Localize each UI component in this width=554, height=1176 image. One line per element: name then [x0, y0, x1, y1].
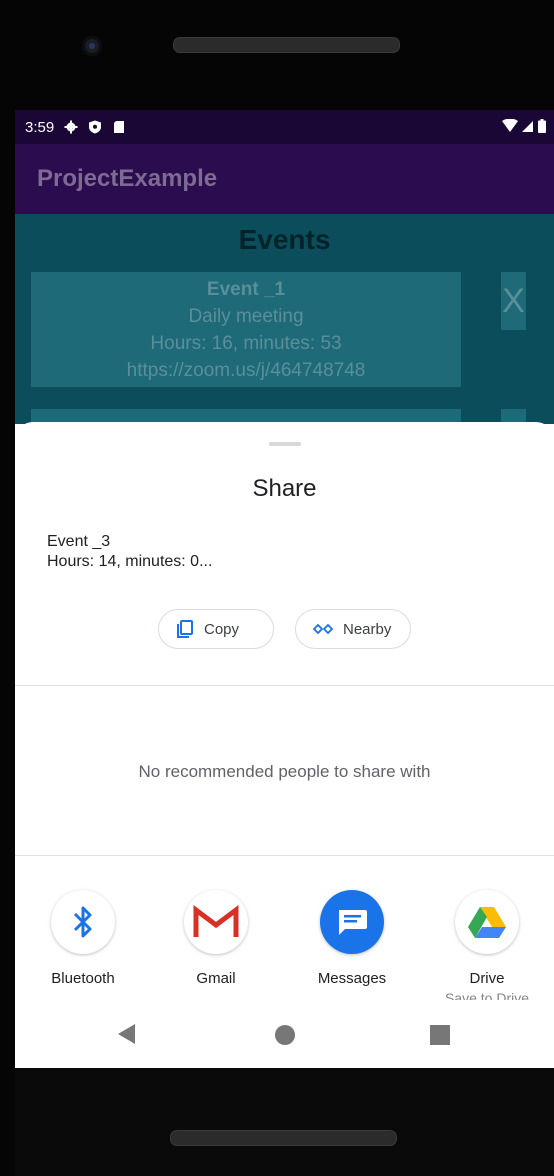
share-target-bluetooth[interactable]: Bluetooth	[33, 890, 133, 987]
battery-icon	[538, 119, 546, 133]
app-label: Bluetooth	[51, 970, 115, 987]
sd-card-icon	[114, 121, 125, 133]
status-time: 3:59	[25, 118, 55, 136]
preview-line: Hours: 14, minutes: 0...	[47, 553, 213, 570]
settings-icon	[64, 120, 78, 134]
share-preview: Event _3 Hours: 14, minutes: 0...	[47, 532, 212, 572]
nearby-icon	[313, 623, 333, 635]
navigation-bar	[15, 1008, 554, 1068]
copy-label: Copy	[204, 620, 240, 638]
event-card[interactable]: Event _1 Daily meeting Hours: 16, minute…	[31, 272, 461, 387]
share-target-gmail[interactable]: Gmail	[166, 890, 266, 987]
status-bar: 3:59	[15, 110, 554, 144]
gmail-icon	[184, 890, 248, 954]
earpiece-speaker	[173, 37, 400, 53]
app-bar: ProjectExample	[15, 144, 554, 214]
nearby-label: Nearby	[343, 620, 392, 638]
delete-event-button[interactable]: X	[501, 272, 526, 330]
app-label: Drive	[469, 970, 505, 987]
app-label: Gmail	[196, 970, 236, 987]
screen: 3:59 ProjectExample Events Event _1 Dail…	[15, 110, 554, 1068]
front-camera	[82, 36, 102, 56]
events-heading: Events	[238, 224, 331, 255]
bottom-bezel	[15, 1068, 554, 1176]
copy-icon	[177, 620, 193, 638]
recents-icon[interactable]	[430, 1025, 450, 1045]
app-title: ProjectExample	[37, 165, 218, 192]
events-content: Events Event _1 Daily meeting Hours: 16,…	[15, 214, 554, 439]
no-people-message: No recommended people to share with	[138, 762, 431, 781]
messages-icon	[320, 890, 384, 954]
back-icon[interactable]	[117, 1023, 137, 1045]
status-indicators	[502, 119, 546, 133]
wifi-icon	[502, 119, 518, 132]
nearby-button[interactable]: Nearby	[295, 609, 411, 649]
share-target-messages[interactable]: Messages	[302, 890, 402, 987]
event-description: Daily meeting	[188, 306, 304, 327]
bluetooth-icon	[51, 890, 115, 954]
home-icon[interactable]	[275, 1025, 295, 1045]
copy-button[interactable]: Copy	[158, 609, 274, 649]
share-title: Share	[252, 475, 317, 502]
phone-frame: 3:59 ProjectExample Events Event _1 Dail…	[0, 0, 554, 1176]
preview-line: Event _3	[47, 533, 111, 550]
bottom-speaker	[170, 1130, 397, 1146]
divider	[15, 685, 554, 686]
drag-handle[interactable]	[269, 442, 301, 446]
share-target-drive[interactable]: Drive Save to Drive	[437, 890, 537, 1000]
event-duration: Hours: 16, minutes: 53	[150, 333, 342, 354]
shield-icon	[89, 120, 102, 134]
app-label: Messages	[317, 970, 387, 987]
event-link: https://zoom.us/j/464748748	[126, 360, 366, 381]
event-name: Event _1	[206, 279, 286, 300]
app-sublabel: Save to Drive	[444, 990, 530, 1000]
signal-icon	[522, 121, 533, 132]
divider	[15, 855, 554, 856]
drive-icon	[455, 890, 519, 954]
share-sheet: Share Event _3 Hours: 14, minutes: 0... …	[15, 422, 554, 1068]
